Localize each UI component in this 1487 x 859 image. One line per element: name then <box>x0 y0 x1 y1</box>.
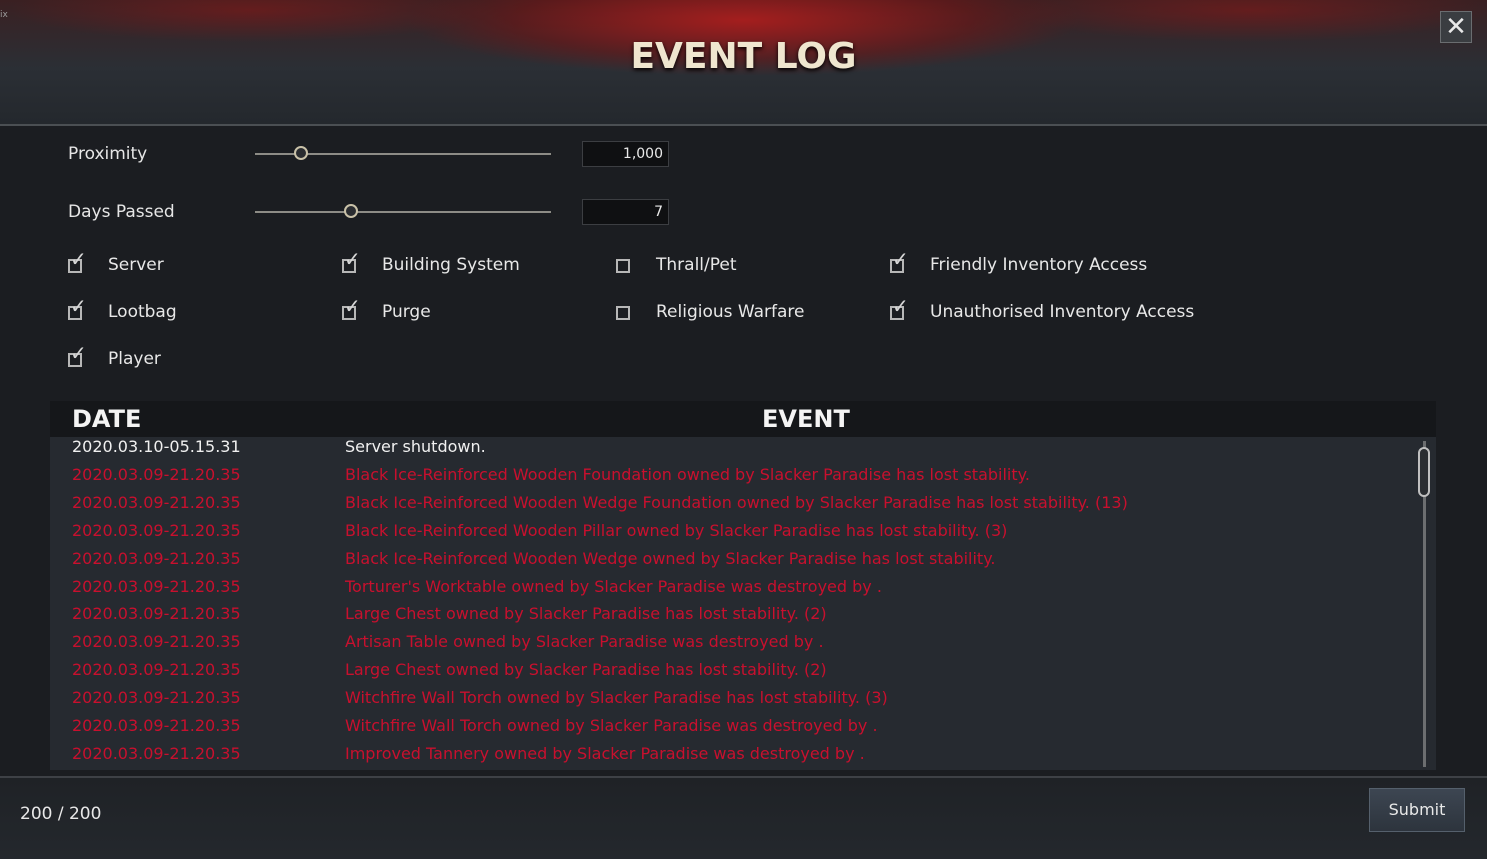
row-date: 2020.03.09-21.20.35 <box>72 464 241 484</box>
table-row[interactable]: 2020.03.09-21.20.35 Artisan Table owned b… <box>50 632 1410 660</box>
footer-bar <box>0 776 1487 859</box>
close-button[interactable]: ✕ <box>1440 11 1472 43</box>
days-passed-slider[interactable] <box>255 204 551 218</box>
row-event: Large Chest owned by Slacker Paradise ha… <box>345 604 827 624</box>
row-date: 2020.03.09-21.20.35 <box>72 743 241 763</box>
checkbox-unchecked-icon[interactable] <box>616 259 630 273</box>
row-date: 2020.03.09-21.20.35 <box>72 688 241 708</box>
filter-checkbox-label: Thrall/Pet <box>656 255 737 275</box>
proximity-slider-handle[interactable] <box>293 146 308 160</box>
checkmark-icon: ✓ <box>70 341 87 365</box>
table-row[interactable]: 2020.03.09-21.20.35 Large Chest owned by … <box>50 660 1410 688</box>
table-row[interactable]: 2020.03.10-05.15.31 Server shutdown. <box>50 437 1410 465</box>
filter-checkbox-label: Friendly Inventory Access <box>930 255 1148 275</box>
row-date: 2020.03.09-21.20.35 <box>72 660 241 680</box>
table-row[interactable]: 2020.03.09-21.20.35 Black Ice-Reinforced … <box>50 493 1410 521</box>
filter-checkbox-label: Religious Warfare <box>656 302 805 322</box>
row-date: 2020.03.09-21.20.35 <box>72 492 241 512</box>
submit-button[interactable]: Submit <box>1369 788 1465 832</box>
proximity-value-field[interactable]: 1,000 <box>582 141 669 167</box>
proximity-label: Proximity <box>68 144 148 164</box>
date-column-header: DATE <box>72 405 142 433</box>
page-title: EVENT LOG <box>630 36 857 77</box>
row-event: Black Ice-Reinforced Wooden Pillar owned… <box>345 520 1008 540</box>
checkmark-icon: ✓ <box>344 247 361 271</box>
corner-text: ix <box>0 10 8 20</box>
row-event: Black Ice-Reinforced Wooden Wedge owned … <box>345 548 996 568</box>
row-event: Torturer's Worktable owned by Slacker Pa… <box>345 576 882 596</box>
table-row[interactable]: 2020.03.09-21.20.35 Black Ice-Reinforced … <box>50 465 1410 493</box>
checkmark-icon: ✓ <box>70 247 87 271</box>
checkbox-unchecked-icon[interactable] <box>616 306 630 320</box>
row-event: Artisan Table owned by Slacker Paradise … <box>345 632 824 652</box>
checkmark-icon: ✓ <box>892 294 909 318</box>
table-row[interactable]: 2020.03.09-21.20.35 Torturer's Worktable … <box>50 577 1410 605</box>
row-date: 2020.03.10-05.15.31 <box>72 437 241 456</box>
event-log-table: 2020.03.10-05.15.31 Server shutdown. 2020.… <box>50 437 1436 770</box>
row-date: 2020.03.09-21.20.35 <box>72 576 241 596</box>
close-icon: ✕ <box>1445 12 1467 42</box>
row-event: Server shutdown. <box>345 437 486 456</box>
filter-checkbox-label: Server <box>108 255 164 275</box>
row-date: 2020.03.09-21.20.35 <box>72 548 241 568</box>
row-event: Large Chest owned by Slacker Paradise ha… <box>345 660 827 680</box>
table-row[interactable]: 2020.03.09-21.20.35 Black Ice-Reinforced … <box>50 521 1410 549</box>
days-passed-label: Days Passed <box>68 202 175 222</box>
table-row[interactable]: 2020.03.09-21.20.35 Large Chest owned by … <box>50 604 1410 632</box>
table-row[interactable]: 2020.03.09-21.20.35 Witchfire Wall Torch … <box>50 716 1410 744</box>
row-date: 2020.03.09-21.20.35 <box>72 520 241 540</box>
checkmark-icon: ✓ <box>70 294 87 318</box>
row-event: Improved Tannery owned by Slacker Paradi… <box>345 743 865 763</box>
table-row[interactable]: 2020.03.09-21.20.35 Witchfire Wall Torch … <box>50 688 1410 716</box>
row-date: 2020.03.09-21.20.35 <box>72 716 241 735</box>
proximity-slider[interactable] <box>255 146 551 160</box>
event-count: 200 / 200 <box>20 804 102 824</box>
filter-checkbox-label: Lootbag <box>108 302 177 322</box>
table-header: DATE EVENT <box>50 401 1436 437</box>
scrollbar-thumb[interactable] <box>1418 447 1430 497</box>
row-date: 2020.03.09-21.20.35 <box>72 632 241 652</box>
days-passed-slider-handle[interactable] <box>344 204 359 218</box>
filter-checkbox-label: Building System <box>382 255 520 275</box>
filter-checkbox-label: Unauthorised Inventory Access <box>930 302 1195 322</box>
header-banner: ix EVENT LOG ✕ <box>0 0 1487 126</box>
checkmark-icon: ✓ <box>892 247 909 271</box>
event-column-header: EVENT <box>762 405 850 433</box>
days-passed-value-field[interactable]: 7 <box>582 199 669 225</box>
row-event: Witchfire Wall Torch owned by Slacker Pa… <box>345 688 888 708</box>
checkmark-icon: ✓ <box>344 294 361 318</box>
row-event: Witchfire Wall Torch owned by Slacker Pa… <box>345 716 878 735</box>
row-event: Black Ice-Reinforced Wooden Foundation o… <box>345 464 1030 484</box>
row-event: Black Ice-Reinforced Wooden Wedge Founda… <box>345 492 1128 512</box>
filter-checkbox-label: Purge <box>382 302 431 322</box>
table-row[interactable]: 2020.03.09-21.20.35 Improved Tannery owne… <box>50 744 1410 770</box>
filter-checkbox-label: Player <box>108 349 161 369</box>
table-row[interactable]: 2020.03.09-21.20.35 Black Ice-Reinforced … <box>50 549 1410 577</box>
row-date: 2020.03.09-21.20.35 <box>72 604 241 624</box>
